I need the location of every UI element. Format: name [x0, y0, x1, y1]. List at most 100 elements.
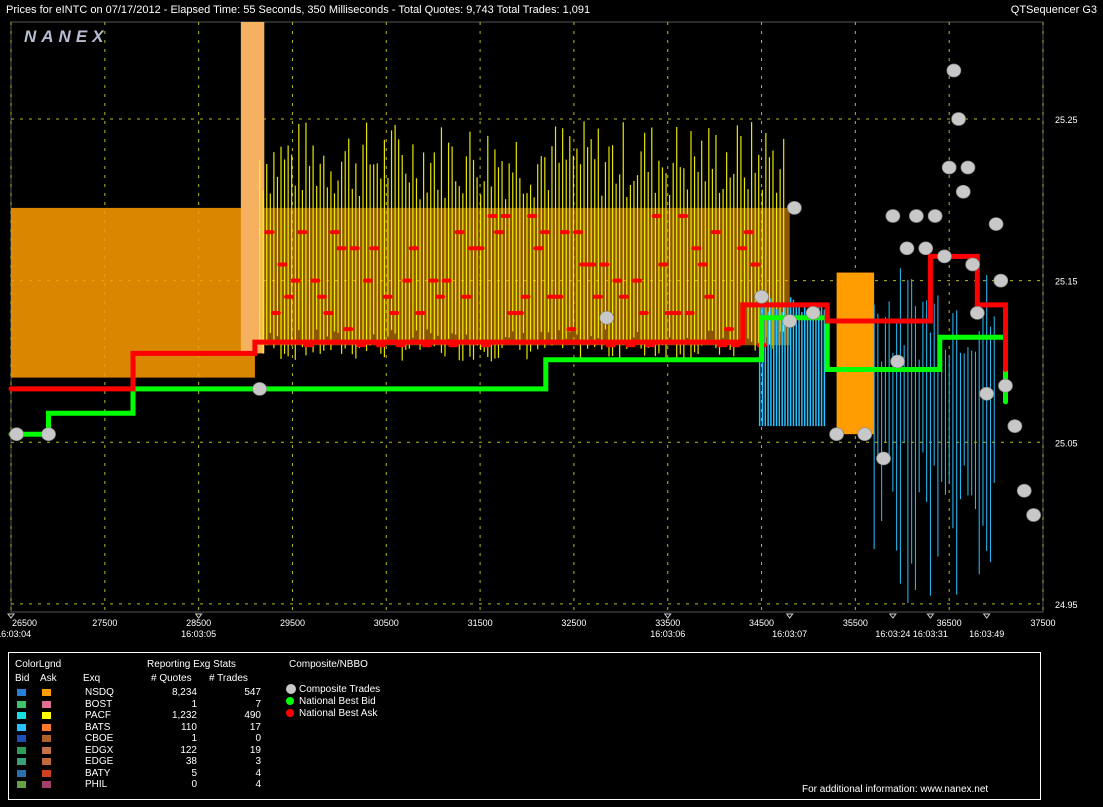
quote-spike	[240, 22, 265, 354]
composite-trade-point	[857, 427, 873, 442]
ask-quote-marker	[290, 278, 301, 283]
ask-quote-marker	[389, 310, 400, 315]
watermark: NANEX	[24, 27, 109, 46]
ask-quote-marker	[618, 294, 629, 299]
legend-exchange-name: EDGX	[85, 744, 114, 756]
ask-quote-marker	[527, 213, 537, 218]
legend-bid-swatch	[17, 781, 26, 788]
composite-trade-point	[829, 427, 844, 442]
ask-quote-marker	[329, 230, 340, 235]
legend-exchange-quotes: 1	[191, 733, 197, 744]
legend-bid-swatch	[17, 712, 26, 719]
time-label: 16:03:49	[969, 629, 1004, 639]
x-tick-label: 36500	[937, 618, 962, 628]
legend-header-composite: Composite/NBBO	[289, 659, 368, 670]
ask-quote-marker	[454, 230, 465, 235]
ask-quote-marker	[362, 278, 373, 283]
composite-trade-point	[979, 386, 995, 401]
legend-bid-swatch	[17, 746, 26, 754]
y-tick-label: 25.25	[1055, 115, 1078, 125]
legend-exchange-trades: 17	[249, 721, 261, 733]
y-tick-label: 25.05	[1055, 438, 1078, 448]
ask-quote-marker	[408, 246, 419, 251]
ask-quote-marker	[553, 294, 564, 299]
legend-composite-label: National Best Ask	[299, 708, 378, 719]
legend-ask-swatch	[42, 746, 51, 754]
composite-trade-point	[960, 160, 976, 175]
legend-exchange-trades: 547	[244, 687, 261, 698]
legend-ask-swatch	[42, 735, 51, 742]
x-tick-label: 37500	[1030, 618, 1055, 628]
ask-quote-marker	[270, 310, 281, 315]
y-tick-label: 24.95	[1055, 600, 1078, 610]
ask-quote-marker	[415, 310, 426, 315]
time-label: 16:03:31	[913, 629, 948, 639]
legend-header-exq: Exq	[83, 673, 101, 684]
legend-exchange-quotes: 1	[191, 698, 197, 710]
ask-quote-marker	[382, 294, 393, 299]
ask-quote-marker	[559, 230, 570, 235]
ask-quote-marker	[651, 213, 662, 218]
ask-quote-marker	[494, 230, 505, 235]
legend-exchange-quotes: 122	[180, 744, 197, 756]
time-label: 16:03:05	[181, 629, 216, 639]
ask-quote-marker	[310, 278, 321, 283]
legend-panel: ColorLgnd Bid Ask Reporting Exg Stats Ex…	[8, 652, 1041, 800]
quote-band	[254, 207, 790, 346]
ask-quote-marker	[704, 294, 715, 299]
ask-quote-marker	[572, 230, 583, 235]
ask-quote-marker	[612, 278, 623, 283]
composite-trade-point	[941, 160, 957, 175]
legend-header-ask: Ask	[40, 673, 57, 684]
time-label: 16:03:06	[650, 629, 685, 639]
x-tick-label: 26500	[12, 618, 37, 628]
ask-quote-marker	[284, 294, 295, 299]
composite-trade-point	[599, 310, 615, 325]
composite-trade-point	[1026, 508, 1041, 522]
legend-exchange-name: PHIL	[85, 779, 108, 790]
x-tick-label: 32500	[561, 618, 586, 628]
legend-composite-marker	[286, 709, 294, 717]
y-tick-label: 25.15	[1055, 277, 1078, 287]
composite-trade-point	[946, 63, 962, 78]
legend-exchange-name: BATY	[85, 767, 111, 779]
ask-quote-marker	[297, 230, 308, 235]
legend-header-exg-stats: Reporting Exg Stats	[147, 659, 236, 670]
legend-exchange-quotes: 5	[191, 767, 197, 779]
composite-trade-point	[885, 209, 901, 223]
ask-quote-marker	[710, 230, 721, 235]
legend-exchange-quotes: 38	[185, 756, 197, 767]
legend-ask-swatch	[42, 712, 51, 719]
legend-exchange-name: NSDQ	[85, 687, 114, 698]
ask-quote-marker	[743, 230, 754, 235]
legend-composite-marker	[286, 684, 296, 694]
ask-quote-marker	[586, 262, 597, 267]
ask-quote-marker	[316, 294, 327, 299]
legend-header-bid: Bid	[15, 673, 30, 684]
legend-ask-swatch	[42, 769, 51, 777]
composite-trade-point	[890, 354, 905, 369]
composite-trade-point	[951, 112, 966, 126]
legend-bid-swatch	[17, 689, 26, 696]
legend-exchange-name: BOST	[85, 698, 113, 710]
ask-quote-marker	[592, 294, 603, 299]
ask-quote-marker	[724, 327, 735, 332]
legend-exchange-trades: 7	[255, 698, 261, 710]
legend-bid-swatch	[17, 723, 26, 731]
time-marker	[926, 613, 935, 619]
legend-bid-swatch	[17, 735, 26, 742]
legend-footer: For additional information: www.nanex.ne…	[802, 784, 989, 795]
ask-quote-marker	[264, 230, 275, 235]
ask-quote-marker	[461, 294, 472, 299]
legend-exchange-quotes: 8,234	[171, 687, 197, 698]
ask-quote-marker	[500, 213, 511, 218]
time-marker	[785, 613, 794, 619]
x-tick-label: 28500	[186, 618, 211, 628]
ask-quote-marker	[671, 310, 682, 315]
legend-exchange-name: BATS	[85, 721, 111, 733]
legend-exchange-trades: 0	[255, 733, 261, 744]
ask-quote-marker	[277, 262, 288, 267]
ask-quote-marker	[441, 278, 452, 283]
legend-composite-marker	[286, 697, 294, 705]
legend-exchange-name: CBOE	[85, 733, 114, 744]
